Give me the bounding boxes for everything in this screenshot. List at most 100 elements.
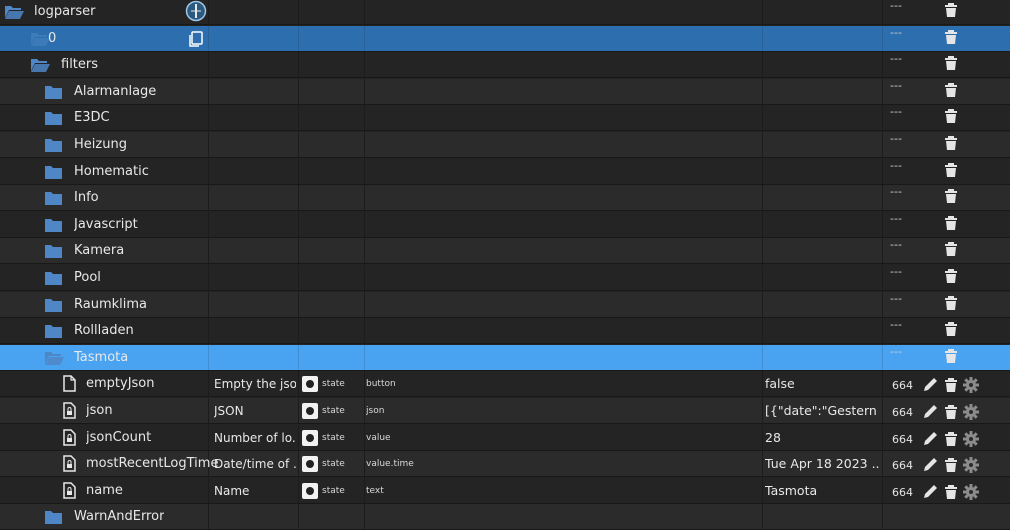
trash-icon: [945, 378, 957, 392]
tree-row-javascript[interactable]: Javascript ---: [0, 212, 1010, 238]
file-icon-wrap: [62, 482, 77, 503]
edit-button[interactable]: [922, 377, 938, 397]
acl-placeholder: ---: [890, 52, 902, 65]
object-value[interactable]: [{"date":"Gestern ...: [765, 398, 880, 424]
delete-button[interactable]: [945, 457, 957, 477]
column-divider: [208, 105, 209, 130]
column-divider: [364, 318, 365, 343]
tree-row-filters[interactable]: filters ---: [0, 52, 1010, 78]
object-name: WarnAndError: [74, 509, 165, 524]
tree-row-pool[interactable]: Pool ---: [0, 265, 1010, 291]
delete-button[interactable]: [945, 162, 957, 182]
object-value[interactable]: 28: [765, 425, 880, 451]
object-name: Heizung: [74, 137, 127, 152]
tree-row-rollladen[interactable]: Rollladen ---: [0, 318, 1010, 344]
delete-button[interactable]: [945, 55, 957, 75]
settings-button[interactable]: [963, 377, 979, 397]
tree-row-alarmanlage[interactable]: Alarmanlage ---: [0, 79, 1010, 105]
tree-row-info[interactable]: Info ---: [0, 185, 1010, 211]
tree-row-0[interactable]: 0 ---: [0, 26, 1010, 52]
acl-placeholder: ---: [890, 292, 902, 305]
trash-icon: [945, 349, 957, 363]
column-divider: [882, 504, 883, 529]
edit-icon: [924, 458, 937, 471]
delete-button[interactable]: [945, 108, 957, 128]
tree-row-kamera[interactable]: Kamera ---: [0, 238, 1010, 264]
edit-button[interactable]: [922, 457, 938, 477]
settings-button[interactable]: [963, 484, 979, 504]
column-divider: [882, 371, 883, 396]
settings-gear-icon: [963, 457, 979, 473]
column-divider: [882, 238, 883, 263]
column-divider: [762, 26, 763, 51]
column-divider: [882, 212, 883, 237]
object-value[interactable]: false: [765, 371, 880, 397]
column-divider: [762, 105, 763, 130]
delete-button[interactable]: [945, 188, 957, 208]
edit-button[interactable]: [922, 484, 938, 504]
delete-button[interactable]: [945, 348, 957, 368]
column-divider: [298, 212, 299, 237]
delete-button[interactable]: [945, 29, 957, 49]
delete-button[interactable]: [945, 215, 957, 235]
folder-icon-wrap: [44, 349, 65, 370]
column-divider: [298, 451, 299, 476]
folder-icon: [45, 272, 62, 285]
settings-button[interactable]: [963, 431, 979, 451]
tree-row-warnanderror[interactable]: WarnAndError: [0, 504, 1010, 530]
delete-button[interactable]: [945, 404, 957, 424]
column-divider: [298, 398, 299, 423]
tree-row-json[interactable]: json JSON state json [{"date":"Gestern ... 66…: [0, 398, 1010, 424]
delete-button[interactable]: [945, 377, 957, 397]
column-divider: [298, 159, 299, 184]
folder-open-icon: [5, 6, 24, 19]
tree-row-heizung[interactable]: Heizung ---: [0, 132, 1010, 158]
delete-button[interactable]: [945, 241, 957, 261]
delete-button[interactable]: [945, 295, 957, 315]
tree-row-logparser[interactable]: logparser ---: [0, 0, 1010, 25]
tree-row-jsoncount[interactable]: jsonCount Number of lo... state value 28 664: [0, 425, 1010, 451]
column-divider: [298, 0, 299, 24]
edit-button[interactable]: [922, 404, 938, 424]
settings-gear-icon: [963, 431, 979, 447]
object-name: json: [86, 403, 113, 418]
edit-button[interactable]: [922, 431, 938, 451]
tree-row-mostrecentlogtime[interactable]: mostRecentLogTime Date/time of ... state va…: [0, 451, 1010, 477]
settings-button[interactable]: [963, 457, 979, 477]
column-divider: [364, 132, 365, 157]
settings-button[interactable]: [963, 404, 979, 424]
object-value[interactable]: Tue Apr 18 2023 ...: [765, 451, 880, 477]
info-button[interactable]: [185, 0, 207, 26]
delete-button[interactable]: [945, 82, 957, 102]
tree-row-e3dc[interactable]: E3DC ---: [0, 105, 1010, 131]
acl-permissions: 664: [892, 406, 913, 419]
delete-button[interactable]: [945, 135, 957, 155]
copy-id-button[interactable]: [188, 31, 204, 51]
tree-row-tasmota[interactable]: Tasmota ---: [0, 345, 1010, 371]
tree-row-name[interactable]: name Name state text Tasmota 664: [0, 478, 1010, 504]
folder-icon: [45, 325, 62, 338]
tree-row-emptyjson[interactable]: emptyJson Empty the jso... state button fals…: [0, 371, 1010, 397]
settings-gear-icon: [963, 404, 979, 420]
tree-row-homematic[interactable]: Homematic ---: [0, 159, 1010, 185]
delete-button[interactable]: [945, 431, 957, 451]
delete-button[interactable]: [945, 2, 957, 22]
column-divider: [298, 425, 299, 450]
object-value[interactable]: Tasmota: [765, 478, 880, 504]
object-description: JSON: [214, 404, 244, 418]
column-divider: [298, 26, 299, 51]
column-divider: [364, 371, 365, 396]
column-divider: [208, 212, 209, 237]
tree-row-raumklima[interactable]: Raumklima ---: [0, 292, 1010, 318]
folder-icon: [45, 192, 62, 205]
delete-button[interactable]: [945, 268, 957, 288]
column-divider: [298, 345, 299, 370]
column-divider: [364, 79, 365, 104]
column-divider: [298, 265, 299, 290]
delete-button[interactable]: [945, 321, 957, 341]
column-divider: [364, 238, 365, 263]
column-divider: [208, 478, 209, 503]
edit-icon: [924, 432, 937, 445]
delete-button[interactable]: [945, 484, 957, 504]
folder-open-icon: [31, 59, 50, 72]
